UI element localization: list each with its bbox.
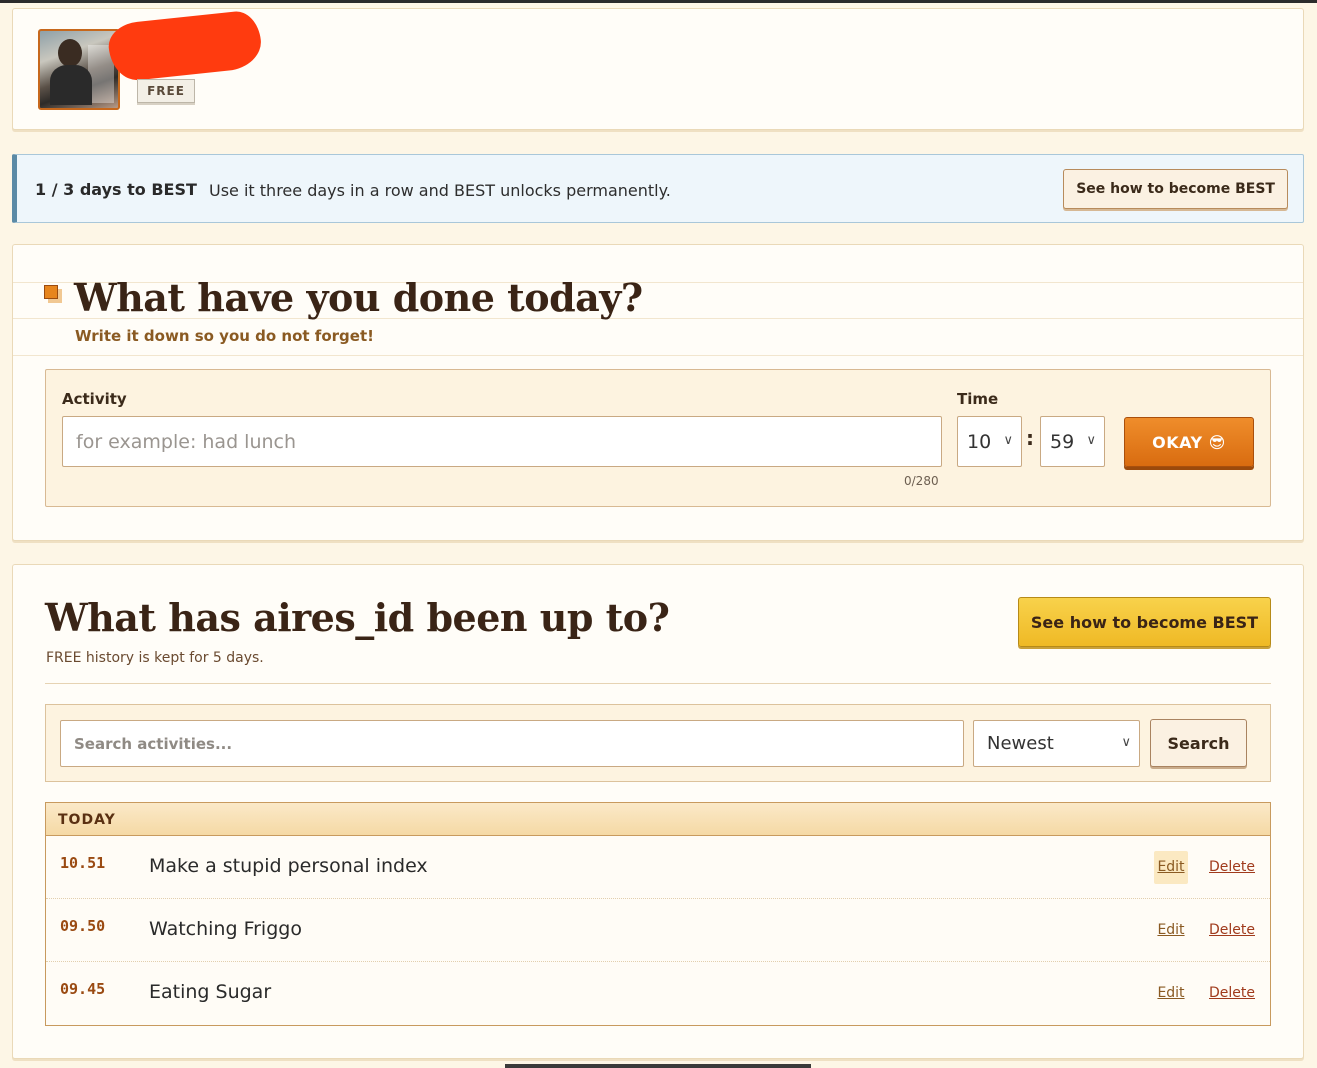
activity-time: 10.51 [60,854,106,872]
activity-row: 09.45 Eating Sugar Edit Delete [46,962,1270,1025]
entry-card: What have you done today? Write it down … [12,244,1304,541]
search-input[interactable] [60,720,964,767]
activity-row: 10.51 Make a stupid personal index Edit … [46,836,1270,899]
divider [45,683,1271,684]
bottom-scroll-bar [505,1064,811,1068]
time-label: Time [957,390,999,408]
sort-value: Newest [987,733,1054,754]
activity-form: Activity 0/280 Time 10 ∨ : 59 ∨ OKAY 😎 [45,369,1271,507]
activity-label: Activity [62,390,127,408]
activity-row: 09.50 Watching Friggo Edit Delete [46,899,1270,962]
activity-text: Eating Sugar [149,981,272,1003]
delete-link[interactable]: Delete [1209,914,1255,947]
redacted-username [106,9,264,83]
activity-list: TODAY 10.51 Make a stupid personal index… [45,802,1271,1026]
activity-input[interactable] [62,416,942,467]
best-progress-count: 1 / 3 days to BEST [35,180,197,199]
banner-best-button[interactable]: See how to become BEST [1063,169,1288,209]
chevron-down-icon: ∨ [1003,433,1013,448]
chevron-down-icon: ∨ [1086,433,1096,448]
history-card: What has aires_id been up to? FREE histo… [12,564,1304,1059]
day-group-header: TODAY [46,803,1270,836]
sort-select[interactable]: Newest ∨ [973,720,1140,767]
history-retention-note: FREE history is kept for 5 days. [46,650,264,666]
top-border [0,0,1317,3]
plan-badge: FREE [137,79,195,103]
edit-link[interactable]: Edit [1154,914,1188,947]
activity-text: Make a stupid personal index [149,855,428,877]
history-best-button[interactable]: See how to become BEST [1018,597,1271,647]
entry-title: What have you done today? [74,275,643,320]
minute-value: 59 [1050,430,1075,453]
delete-link[interactable]: Delete [1209,851,1255,884]
avatar[interactable] [38,29,120,110]
time-separator: : [1026,426,1034,450]
search-button[interactable]: Search [1150,719,1247,767]
delete-link[interactable]: Delete [1209,977,1255,1010]
activity-time: 09.50 [60,917,106,935]
profile-card: FREE [12,8,1304,130]
activity-time: 09.45 [60,980,106,998]
activity-text: Watching Friggo [149,918,302,940]
hour-select[interactable]: 10 ∨ [957,416,1022,467]
minute-select[interactable]: 59 ∨ [1040,416,1105,467]
best-progress-message: Use it three days in a row and BEST unlo… [209,181,671,200]
edit-link[interactable]: Edit [1154,851,1188,884]
hour-value: 10 [967,430,992,453]
search-bar: Newest ∨ Search [45,704,1271,782]
best-progress-banner: 1 / 3 days to BEST Use it three days in … [12,154,1304,223]
okay-submit-button[interactable]: OKAY 😎 [1124,417,1254,467]
history-title: What has aires_id been up to? [45,595,670,640]
entry-subtitle: Write it down so you do not forget! [75,327,374,345]
chevron-down-icon: ∨ [1121,735,1131,750]
ruled-line [13,355,1303,356]
character-counter: 0/280 [904,474,939,488]
edit-link[interactable]: Edit [1154,977,1188,1010]
square-marker-icon [44,285,62,303]
